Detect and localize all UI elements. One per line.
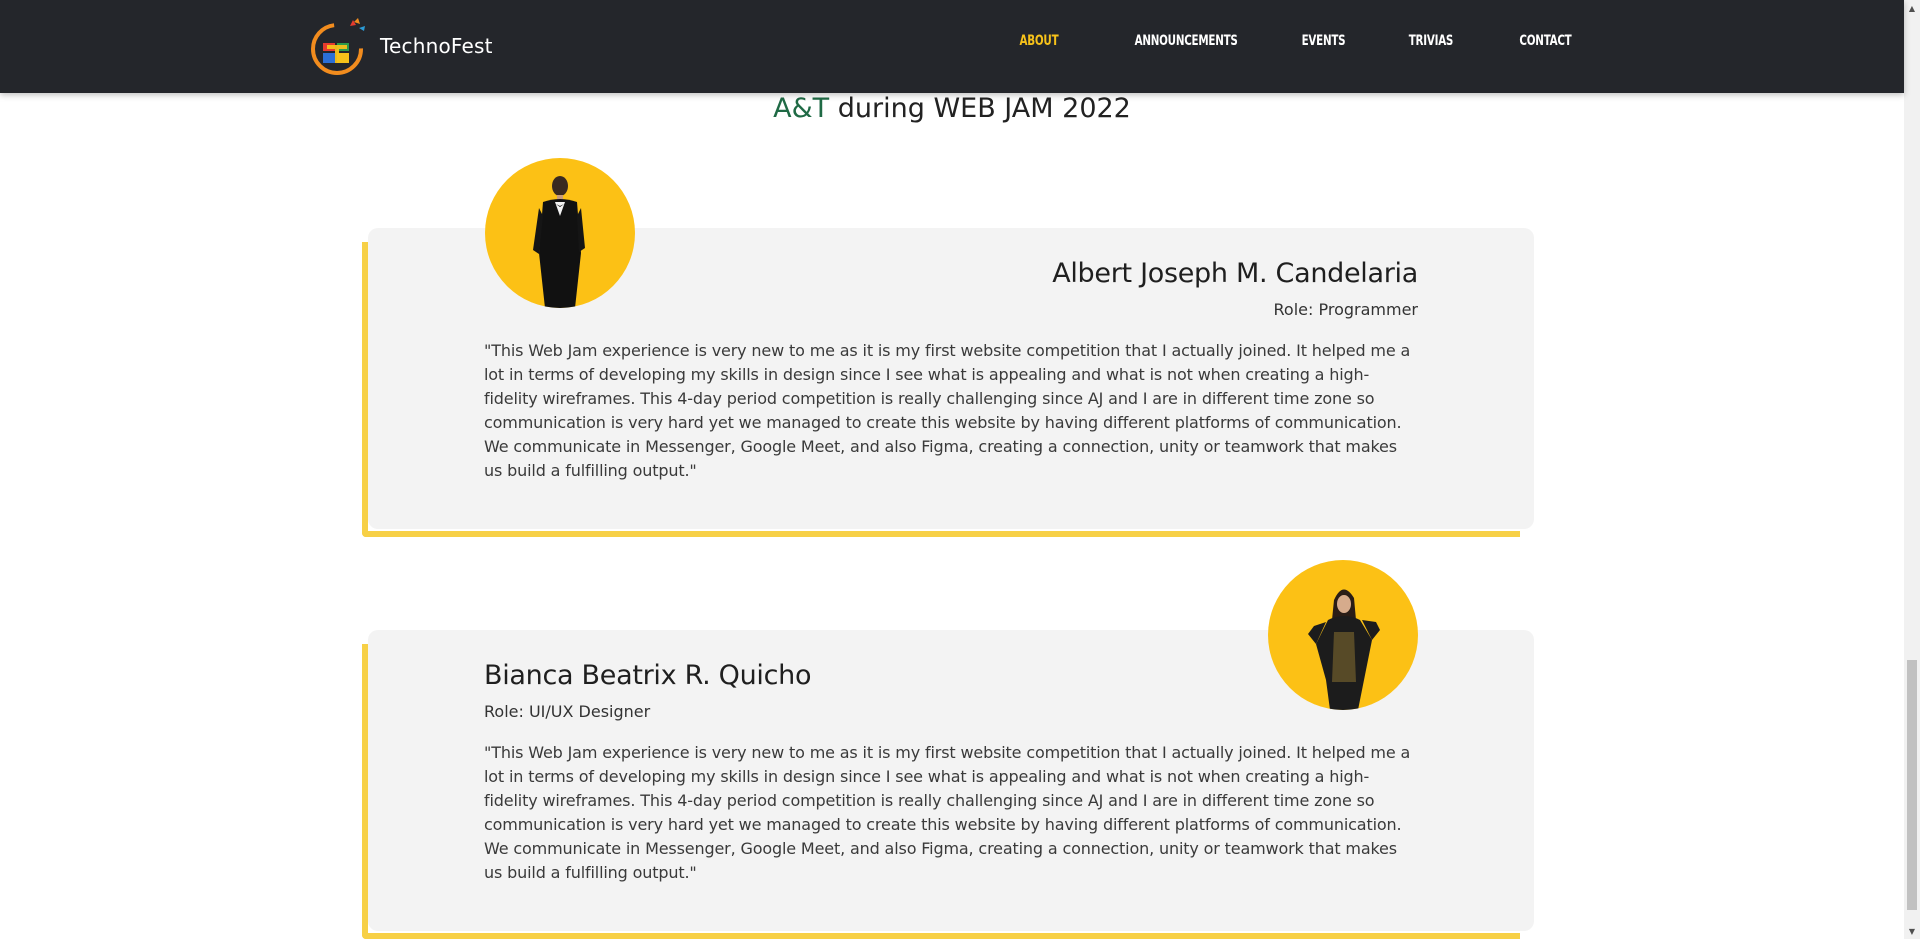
section-title-rest: during WEB JAM 2022	[829, 93, 1131, 124]
member-avatar-1	[485, 158, 635, 308]
member-avatar-2	[1268, 560, 1418, 710]
site-header: TechnoFest ABOUT ANNOUNCEMENTS EVENTS TR…	[0, 0, 1904, 93]
section-title-accent: A&T	[773, 93, 830, 124]
section-title: A&T during WEB JAM 2022	[0, 93, 1904, 124]
brand-name: TechnoFest	[380, 34, 493, 58]
page: TechnoFest ABOUT ANNOUNCEMENTS EVENTS TR…	[0, 0, 1920, 939]
nav-trivias[interactable]: TRIVIAS	[1409, 33, 1454, 49]
nav-announcements[interactable]: ANNOUNCEMENTS	[1135, 33, 1238, 49]
scroll-up-arrow-icon[interactable]: ▲	[1904, 0, 1920, 16]
member-quote: "This Web Jam experience is very new to …	[484, 743, 1411, 882]
nav-contact[interactable]: CONTACT	[1519, 33, 1571, 49]
scroll-thumb[interactable]	[1907, 660, 1917, 910]
member-role: Role: Programmer	[1273, 300, 1418, 319]
member-name: Albert Joseph M. Candelaria	[1052, 258, 1418, 289]
nav-events[interactable]: EVENTS	[1302, 33, 1346, 49]
page-scrollbar[interactable]: ▲ ▼	[1904, 0, 1920, 939]
member-role: Role: UI/UX Designer	[484, 702, 651, 721]
member-quote: "This Web Jam experience is very new to …	[484, 341, 1411, 480]
technofest-logo-icon	[311, 18, 365, 75]
member-name: Bianca Beatrix R. Quicho	[484, 660, 812, 691]
scroll-down-arrow-icon[interactable]: ▼	[1904, 923, 1920, 939]
main-nav: ABOUT ANNOUNCEMENTS EVENTS TRIVIAS CONTA…	[957, 33, 1572, 49]
brand-logo-link[interactable]: TechnoFest	[310, 16, 493, 76]
person-photo-icon	[533, 176, 585, 308]
person-photo-icon	[1308, 589, 1380, 710]
nav-about[interactable]: ABOUT	[1020, 33, 1059, 49]
